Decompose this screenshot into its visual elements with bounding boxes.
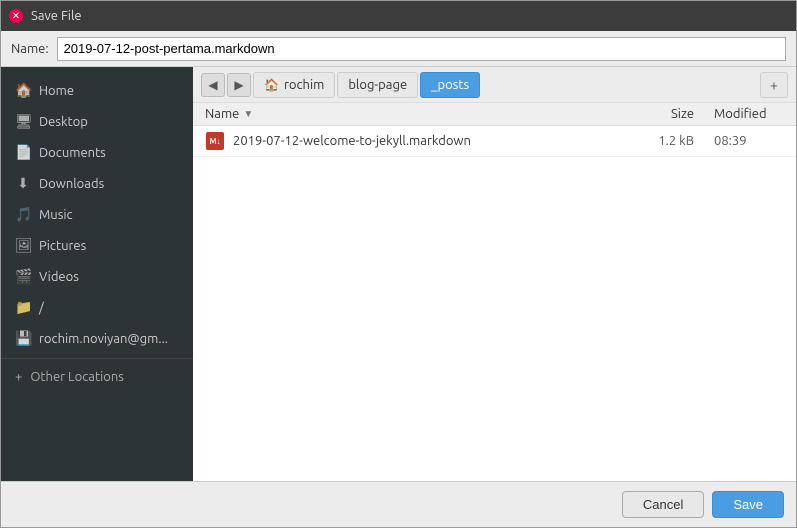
sidebar-item-downloads[interactable]: ⬇ Downloads [1,168,193,199]
sidebar-label-documents: Documents [39,146,106,160]
account-icon: 💾 [15,330,31,347]
sidebar-item-documents[interactable]: 📄 Documents [1,137,193,168]
cancel-button[interactable]: Cancel [622,491,704,518]
sidebar-label-account: rochim.noviyan@gm... [39,332,168,346]
sidebar-item-videos[interactable]: 🎬 Videos [1,261,193,292]
sidebar-item-account[interactable]: 💾 rochim.noviyan@gm... [1,323,193,354]
sidebar-label-desktop: Desktop [39,115,88,129]
save-file-dialog: ✕ Save File Name: 🏠 Home 🖥 Desktop 📄 Doc… [0,0,797,528]
breadcrumb-back-button[interactable]: ◀ [201,73,225,97]
sort-arrow-icon: ▼ [243,108,253,120]
filename-input[interactable] [57,37,786,61]
sidebar-item-pictures[interactable]: 🖼 Pictures [1,230,193,261]
downloads-icon: ⬇ [15,175,31,192]
bottom-bar: Cancel Save [1,481,796,527]
close-icon: ✕ [12,10,20,22]
table-row[interactable]: M↓ 2019-07-12-welcome-to-jekyll.markdown… [193,126,796,157]
sidebar-separator [1,358,193,359]
other-locations-icon: + [15,370,22,384]
music-icon: 🎵 [15,206,31,223]
sidebar-item-music[interactable]: 🎵 Music [1,199,193,230]
modified-column-header: Modified [714,107,784,121]
file-list: M↓ 2019-07-12-welcome-to-jekyll.markdown… [193,126,796,481]
sidebar-label-root: / [39,301,44,315]
filename-label: Name: [11,42,49,56]
save-button[interactable]: Save [712,491,784,518]
videos-icon: 🎬 [15,268,31,285]
titlebar: ✕ Save File [1,1,796,31]
file-modified: 08:39 [714,134,784,148]
name-header-label: Name [205,107,239,121]
new-folder-button[interactable]: + [760,72,788,98]
dialog-title: Save File [31,9,82,23]
close-button[interactable]: ✕ [9,9,23,23]
main-content: 🏠 Home 🖥 Desktop 📄 Documents ⬇ Downloads… [1,67,796,481]
sidebar-label-home: Home [39,84,74,98]
new-folder-icon: + [770,77,778,93]
breadcrumb-item-rochim[interactable]: 🏠 rochim [253,72,335,98]
sidebar-item-desktop[interactable]: 🖥 Desktop [1,106,193,137]
file-pane: ◀ ▶ 🏠 rochim blog-page _posts + Name ▼ Size … [193,67,796,481]
back-arrow-icon: ◀ [208,78,217,92]
name-column-header[interactable]: Name ▼ [205,107,644,121]
pictures-icon: 🖼 [15,237,31,254]
breadcrumb-item-_posts[interactable]: _posts [420,72,480,98]
file-type-icon: M↓ [205,131,225,151]
sidebar-item-home[interactable]: 🏠 Home [1,75,193,106]
bc-label-blog-page: blog-page [348,78,407,92]
bc-label-_posts: _posts [431,78,469,92]
file-list-header: Name ▼ Size Modified [193,103,796,126]
sidebar-item-other-locations[interactable]: + Other Locations [1,363,193,391]
sidebar-label-downloads: Downloads [39,177,104,191]
file-name: 2019-07-12-welcome-to-jekyll.markdown [233,134,644,148]
size-column-header: Size [644,107,714,121]
sidebar-label-pictures: Pictures [39,239,86,253]
sidebar-item-root[interactable]: 📁 / [1,292,193,323]
breadcrumb-forward-button[interactable]: ▶ [227,73,251,97]
sidebar-label-music: Music [39,208,73,222]
sidebar-label-videos: Videos [39,270,79,284]
root-icon: 📁 [15,299,31,316]
bc-label-rochim: rochim [284,78,324,92]
sidebar: 🏠 Home 🖥 Desktop 📄 Documents ⬇ Downloads… [1,67,193,481]
desktop-icon: 🖥 [15,113,31,130]
file-size: 1.2 kB [644,134,714,148]
forward-arrow-icon: ▶ [234,78,243,92]
breadcrumb-bar: ◀ ▶ 🏠 rochim blog-page _posts + [193,67,796,103]
home-icon: 🏠 [15,82,31,99]
breadcrumb-item-blog-page[interactable]: blog-page [337,72,418,98]
other-locations-label: Other Locations [30,370,124,384]
bc-icon-rochim: 🏠 [264,78,279,92]
filename-row: Name: [1,31,796,67]
documents-icon: 📄 [15,144,31,161]
